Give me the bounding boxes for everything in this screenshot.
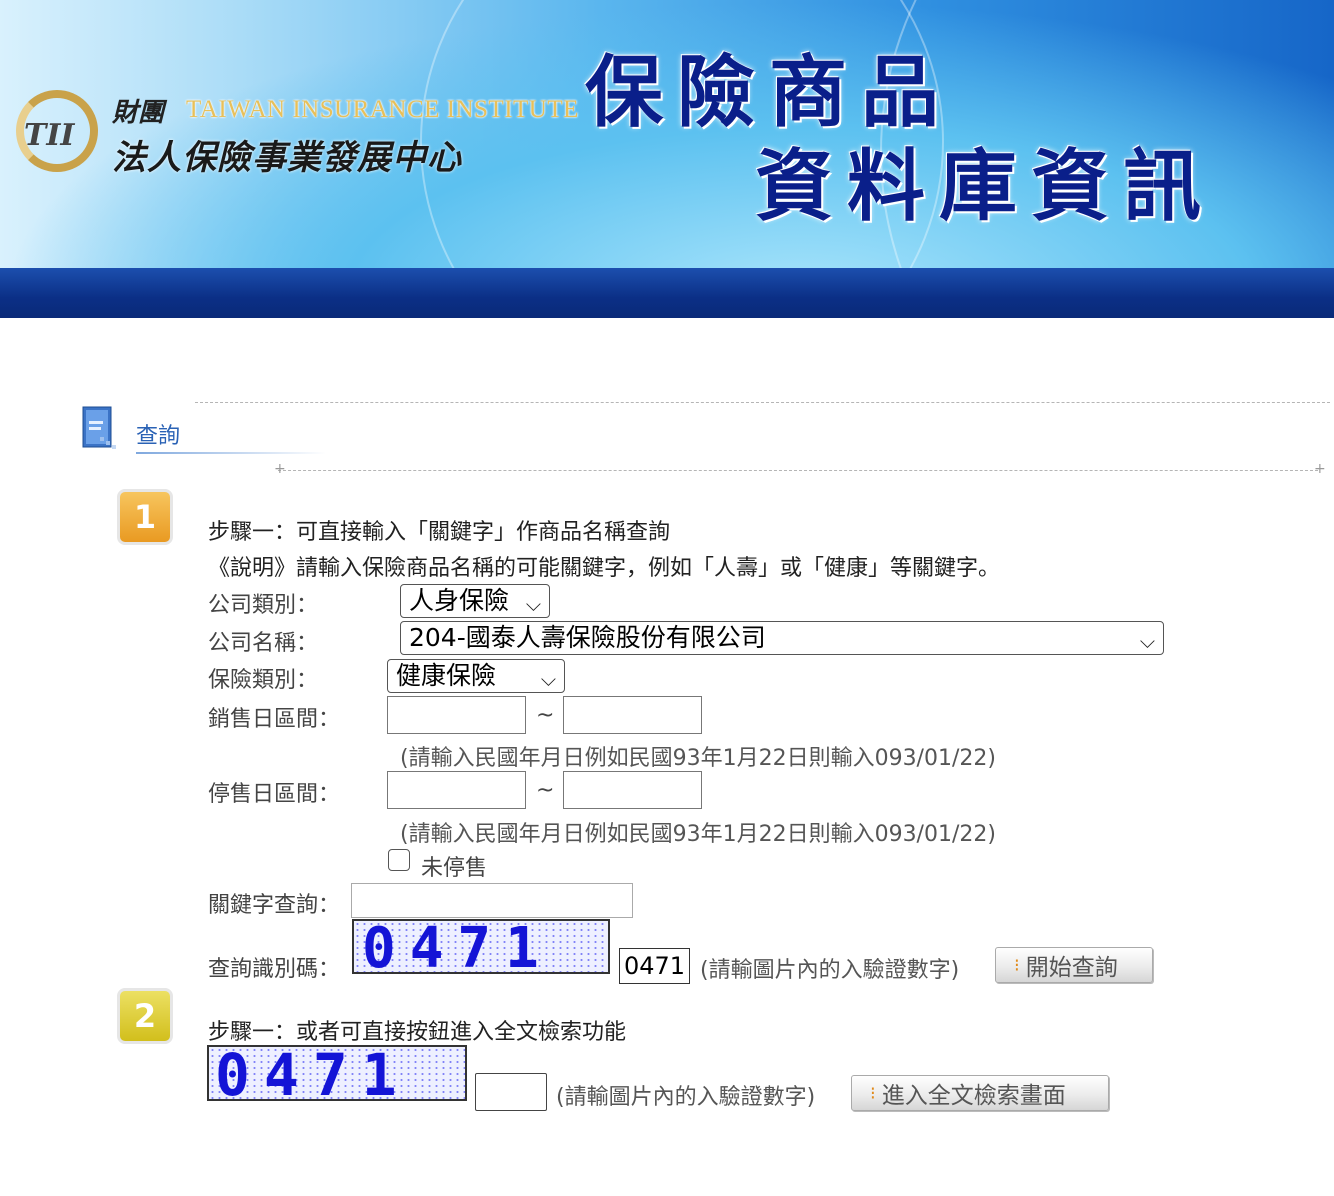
org-name-en: TAIWAN INSURANCE INSTITUTE <box>186 96 579 123</box>
captcha-label: 查詢識別碼： <box>208 957 341 982</box>
start-search-button-label: 開始查詢 <box>1025 955 1118 981</box>
divider-end-mark: + <box>274 461 286 477</box>
captcha-image: 0471 <box>352 919 610 974</box>
captcha-image-text-2: 0471 <box>215 1045 411 1101</box>
sale-date-to-input[interactable] <box>563 696 702 734</box>
company-name-value: 204-國泰人壽保險股份有限公司 <box>409 623 766 652</box>
bullet-icon: ⁝ <box>1014 954 1020 976</box>
step-1-badge: 1 <box>117 489 173 545</box>
divider <box>278 470 1318 471</box>
logo-mark: TII <box>24 118 75 153</box>
chevron-down-icon: ⌵ <box>1139 629 1155 653</box>
company-type-select[interactable]: 人身保險 ⌵ <box>400 584 550 618</box>
sale-date-hint: (請輸入民國年月日例如民國93年1月22日則輸入093/01/22) <box>400 746 996 771</box>
insurance-type-select[interactable]: 健康保險 ⌵ <box>387 659 565 693</box>
captcha-input[interactable]: 0471 <box>619 948 690 984</box>
company-name-label: 公司名稱： <box>208 631 319 656</box>
range-separator: ~ <box>536 778 555 803</box>
step-2-badge: 2 <box>117 988 173 1044</box>
divider <box>195 402 1330 403</box>
step-1-heading: 步驟一：可直接輸入「關鍵字」作商品名稱查詢 <box>208 520 671 545</box>
not-stopped-checkbox[interactable] <box>388 849 410 871</box>
captcha-input-2[interactable] <box>475 1073 547 1111</box>
stop-date-label: 停售日區間： <box>208 782 341 807</box>
org-name-cn-line1: 財團 <box>112 98 165 128</box>
keyword-label: 關鍵字查詢： <box>208 893 341 918</box>
step-2-heading: 步驟一：或者可直接按鈕進入全文檢索功能 <box>208 1020 627 1045</box>
section-title: 查詢 <box>136 424 181 449</box>
sale-date-from-input[interactable] <box>387 696 526 734</box>
bullet-icon: ⁝ <box>870 1082 876 1104</box>
chevron-down-icon: ⌵ <box>540 667 556 691</box>
banner-title-line2: 資料庫資訊 <box>755 141 1216 232</box>
org-name-cn-line2: 法人保險事業發展中心 <box>112 138 462 178</box>
sale-date-label: 銷售日區間： <box>208 707 341 732</box>
not-stopped-label: 未停售 <box>421 856 488 881</box>
stop-date-hint: (請輸入民國年月日例如民國93年1月22日則輸入093/01/22) <box>400 822 996 847</box>
company-name-select[interactable]: 204-國泰人壽保險股份有限公司 ⌵ <box>400 621 1164 655</box>
captcha-hint: (請輸圖片內的入驗證數字) <box>700 958 960 983</box>
company-type-label: 公司類別： <box>208 593 319 618</box>
fulltext-search-button-label: 進入全文檢索畫面 <box>881 1083 1066 1109</box>
banner-bar <box>0 268 1334 318</box>
insurance-type-value: 健康保險 <box>396 661 497 690</box>
start-search-button[interactable]: ⁝ 開始查詢 <box>995 947 1153 983</box>
company-type-value: 人身保險 <box>409 586 510 615</box>
keyword-input[interactable] <box>351 883 633 918</box>
section-title-underline <box>136 452 326 454</box>
insurance-type-label: 保險類別： <box>208 668 319 693</box>
chevron-down-icon: ⌵ <box>525 592 541 616</box>
fulltext-search-button[interactable]: ⁝ 進入全文檢索畫面 <box>851 1075 1109 1111</box>
captcha-image-text: 0471 <box>362 919 553 974</box>
range-separator: ~ <box>536 703 555 728</box>
captcha-image-2: 0471 <box>207 1045 467 1101</box>
step-1-description: 《說明》請輸入保險商品名稱的可能關鍵字，例如「人壽」或「健康」等關鍵字。 <box>208 556 1001 581</box>
captcha-hint-2: (請輸圖片內的入驗證數字) <box>556 1085 816 1110</box>
document-icon <box>82 406 116 449</box>
stop-date-to-input[interactable] <box>563 771 702 809</box>
stop-date-from-input[interactable] <box>387 771 526 809</box>
divider-end-mark: + <box>1314 461 1326 477</box>
site-banner: TII 財團 TAIWAN INSURANCE INSTITUTE 法人保險事業… <box>0 0 1334 268</box>
